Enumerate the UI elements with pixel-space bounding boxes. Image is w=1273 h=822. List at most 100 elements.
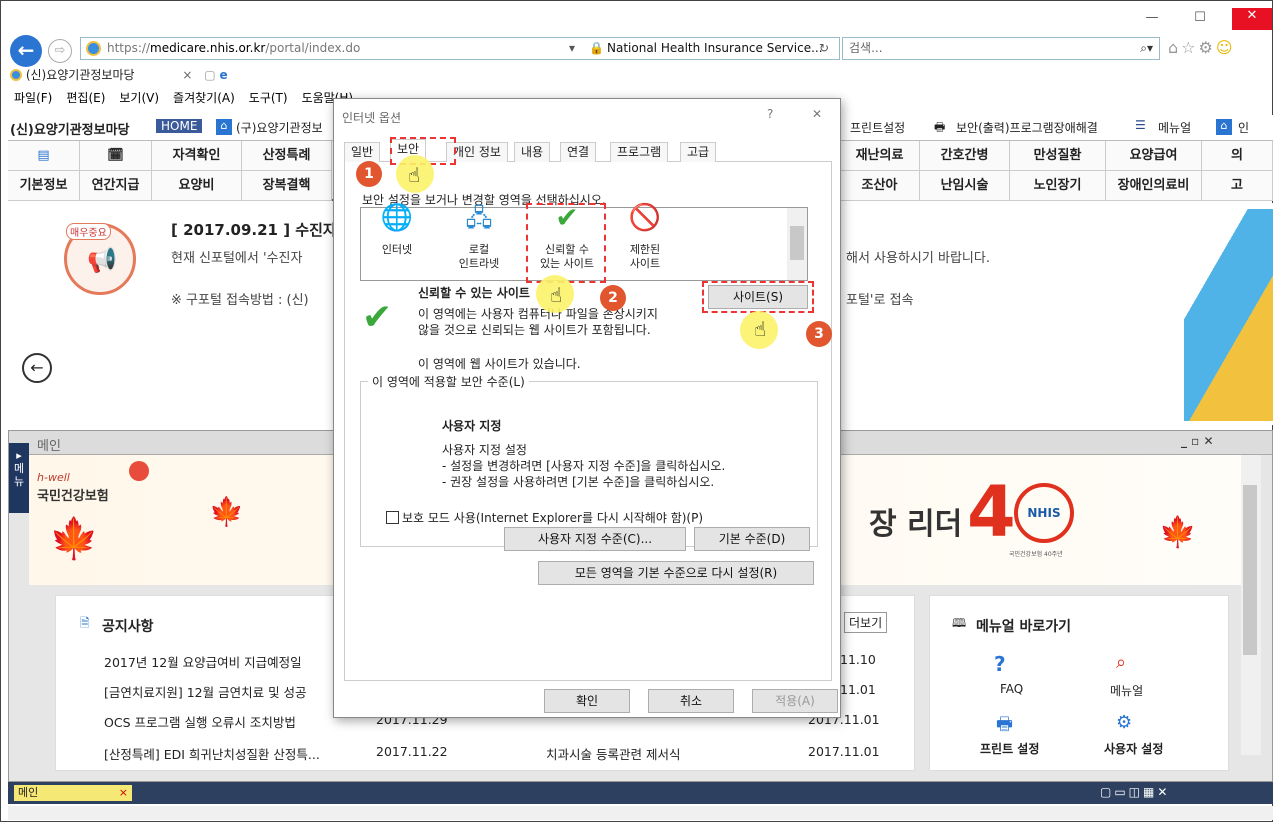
zone-scrollbar[interactable] <box>787 208 807 280</box>
toolbar-icons: ⌂☆⚙☺ <box>1168 38 1236 57</box>
search-placeholder: 검색... <box>849 41 883 55</box>
protected-mode-checkbox[interactable] <box>386 511 399 524</box>
favorites-star-icon[interactable]: ☆ <box>1181 38 1198 57</box>
annual-payment-icon: 🗓 <box>80 141 152 171</box>
notice-row-right-title[interactable]: 치과시술 등록관련 제서식 <box>546 744 680 763</box>
apply-button[interactable]: 적용(A) <box>752 689 838 713</box>
back-button[interactable]: ← <box>10 35 42 67</box>
maximize-button[interactable]: ☐ <box>1185 10 1215 30</box>
nav-care-cost[interactable]: 요양비 <box>152 171 242 201</box>
site-brand[interactable]: (신)요양기관정보마당 <box>10 119 130 138</box>
checkmark-icon: ✔ <box>362 297 393 338</box>
nav-annual-payment[interactable]: 연간지급 <box>80 171 152 201</box>
menu-item[interactable]: 즐겨찾기(A) <box>173 91 235 105</box>
workspace-scrollbar[interactable] <box>1241 455 1261 755</box>
dialog-tab[interactable]: 프로그램 <box>610 142 669 162</box>
nav-benefit[interactable]: 요양급여 <box>1106 141 1202 171</box>
nav-disaster-care[interactable]: 재난의료 <box>840 141 920 171</box>
shortcut-manual[interactable]: 메뉴얼 <box>1110 682 1143 699</box>
nav-tuberculosis[interactable]: 장복결핵 <box>242 171 332 201</box>
dialog-tab[interactable]: 내용 <box>514 142 551 162</box>
nav-extra-bottom[interactable]: 고 <box>1202 171 1273 201</box>
prev-arrow-icon[interactable]: ← <box>22 353 52 383</box>
shortcut-user-settings[interactable]: 사용자 설정 <box>1104 740 1163 757</box>
more-button[interactable]: 더보기 <box>844 612 888 633</box>
help-button[interactable]: ? <box>767 107 773 121</box>
tab-close-icon[interactable]: × <box>182 68 192 82</box>
dialog-tab[interactable]: 고급 <box>680 142 717 162</box>
nav-disability[interactable]: 장애인의료비 <box>1106 171 1202 201</box>
notice-row-title[interactable]: 2017년 12월 요양급여비 지급예정일 <box>104 652 302 671</box>
notice-doc-icon: 🗎 <box>80 616 90 630</box>
menu-item[interactable]: 파일(F) <box>14 91 52 105</box>
workspace-title: 메인 <box>37 439 61 454</box>
search-icon[interactable]: ⌕▾ <box>1140 38 1153 59</box>
manual-search-icon[interactable]: ⌕ <box>1116 652 1126 673</box>
notice-row-title[interactable]: OCS 프로그램 실행 오류시 조치방법 <box>104 712 296 731</box>
dropdown-icon[interactable]: ▾ <box>569 38 575 59</box>
nav-infertility[interactable]: 난임시술 <box>920 171 1010 201</box>
refresh-icon[interactable]: ↻ <box>819 38 829 59</box>
security-fix-link[interactable]: 보안(출력)프로그램장애해결 <box>956 119 1098 136</box>
search-input[interactable]: 검색... ⌕▾ <box>842 37 1160 60</box>
tab-favicon-icon <box>10 69 22 81</box>
nav-premature[interactable]: 조산아 <box>840 171 920 201</box>
reset-all-zones-button[interactable]: 모든 영역을 기본 수준으로 다시 설정(R) <box>538 561 814 585</box>
smiley-icon[interactable]: ☺ <box>1216 38 1236 57</box>
util-link-extra[interactable]: 인 <box>1238 119 1249 136</box>
menu-item[interactable]: 편집(E) <box>66 91 105 105</box>
side-menu-tab[interactable]: ▸ 메뉴 <box>9 443 29 513</box>
user-settings-gear-icon[interactable]: ⚙ <box>1116 712 1132 733</box>
banner-brand: h-well <box>37 471 70 484</box>
horizontal-scrollbar[interactable] <box>8 806 1273 820</box>
minimize-button[interactable]: — <box>1137 10 1167 30</box>
dialog-tab[interactable]: 연결 <box>560 142 597 162</box>
task-main[interactable]: 메인 × <box>14 785 132 801</box>
nav-nursing[interactable]: 간호간병 <box>920 141 1010 171</box>
close-button[interactable]: ✕ <box>1232 8 1272 30</box>
window-controls-icon[interactable]: _ ▫ ✕ <box>1181 434 1214 448</box>
settings-gear-icon[interactable]: ⚙ <box>1199 38 1216 57</box>
notice-row-right-date: 11.01 <box>840 682 876 697</box>
site-identity[interactable]: National Health Insurance Service... <box>607 38 823 59</box>
notice-row-title[interactable]: [산정특례] EDI 희귀난치성질환 산정특... <box>104 744 320 763</box>
layout-switcher-icons[interactable]: ▢▭◫▦✕ <box>1100 785 1170 799</box>
menu-item[interactable]: 보기(V) <box>119 91 159 105</box>
ok-button[interactable]: 확인 <box>544 689 630 713</box>
menu-item[interactable]: 도구(T) <box>249 91 288 105</box>
cancel-button[interactable]: 취소 <box>648 689 734 713</box>
printer-setup-icon[interactable]: 🖶 <box>996 712 1013 742</box>
address-bar[interactable]: https://medicare.nhis.or.kr/portal/index… <box>80 37 840 60</box>
protected-mode-label: 보호 모드 사용(Internet Explorer를 다시 시작해야 함)(P… <box>402 511 704 525</box>
manual-link[interactable]: 메뉴얼 <box>1158 119 1191 136</box>
zone-local-intranet[interactable]: 🖧 로컬 인트라넷 <box>444 206 514 271</box>
nav-extra-top[interactable]: 의 <box>1202 141 1273 171</box>
pointer-hand-icon: ☝ <box>754 317 767 341</box>
nav-chronic[interactable]: 만성질환 <box>1010 141 1106 171</box>
nav-basic-info[interactable]: 기본정보 <box>8 171 80 201</box>
home-button[interactable]: HOME <box>156 119 203 133</box>
zone-restricted-sites[interactable]: 🚫 제한된 사이트 <box>610 205 680 271</box>
notice-row-title[interactable]: [금연치료지원] 12월 금연치료 및 성공 <box>104 682 307 701</box>
default-level-button[interactable]: 기본 수준(D) <box>694 527 810 551</box>
home-icon[interactable]: ⌂ <box>1168 38 1181 57</box>
shortcut-print[interactable]: 프린트 설정 <box>980 740 1039 757</box>
old-portal-link[interactable]: (구)요양기관정보 <box>236 119 323 136</box>
shortcut-faq[interactable]: FAQ <box>1000 682 1023 696</box>
zone-description-1: 이 영역에는 사용자 컴퓨터나 파일을 손상시키지 <box>418 307 658 321</box>
zone-label: 인터넷 <box>381 243 413 256</box>
new-tab-icon[interactable]: ▢ <box>204 68 215 82</box>
print-settings-link[interactable]: 프린트설정 <box>850 119 905 136</box>
printer-icon: 🖶 <box>934 120 946 134</box>
browser-tab[interactable]: (신)요양기관정보마당 × ▢ e <box>10 64 228 86</box>
forward-button[interactable]: ⇨ <box>48 39 72 63</box>
manual-book-icon: 🕮 <box>952 616 967 630</box>
dialog-tab[interactable]: 일반 <box>344 142 381 162</box>
nav-elderly-care[interactable]: 노인장기 <box>1010 171 1106 201</box>
zone-internet[interactable]: 🌐 인터넷 <box>362 205 432 257</box>
faq-icon[interactable]: ? <box>994 652 1006 676</box>
nav-special-calc[interactable]: 산정특례 <box>242 141 332 171</box>
nav-eligibility[interactable]: 자격확인 <box>152 141 242 171</box>
custom-level-button[interactable]: 사용자 지정 수준(C)... <box>504 527 686 551</box>
dialog-close-button[interactable]: ✕ <box>812 107 822 121</box>
